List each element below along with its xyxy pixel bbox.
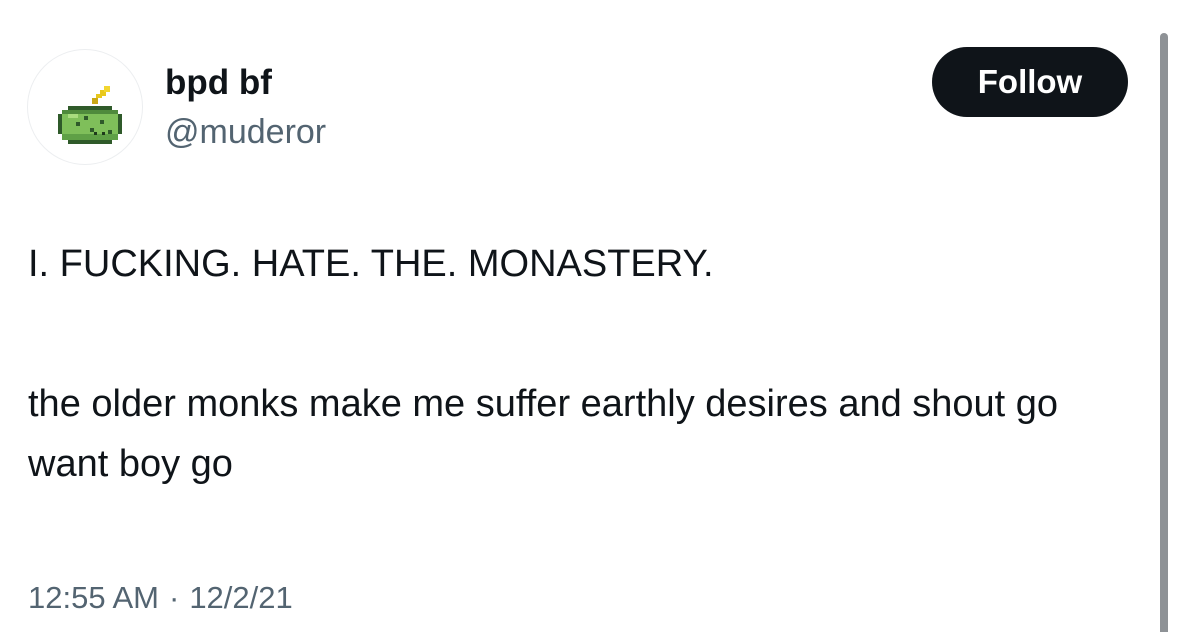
tweet-date[interactable]: 12/2/21 [189,580,292,615]
follow-button[interactable]: Follow [932,47,1128,117]
scrollbar[interactable] [1160,33,1168,632]
pixel-melon-sprite-icon [58,86,122,144]
tweet-paragraph: I. FUCKING. HATE. THE. MONASTERY. [28,243,714,285]
timestamp-separator: · [168,580,180,615]
tweet-time[interactable]: 12:55 AM [28,580,159,615]
author-handle[interactable]: @muderor [165,112,326,152]
tweet-paragraph: the older monks make me suffer earthly d… [28,383,1059,485]
tweet-text: I. FUCKING. HATE. THE. MONASTERY. the ol… [28,234,1118,494]
tweet-timestamp[interactable]: 12:55 AM · 12/2/21 [28,578,293,618]
avatar[interactable] [27,49,143,165]
author-display-name[interactable]: bpd bf [165,63,272,103]
tweet-card: bpd bf @muderor Follow I. FUCKING. HATE.… [0,0,1179,632]
